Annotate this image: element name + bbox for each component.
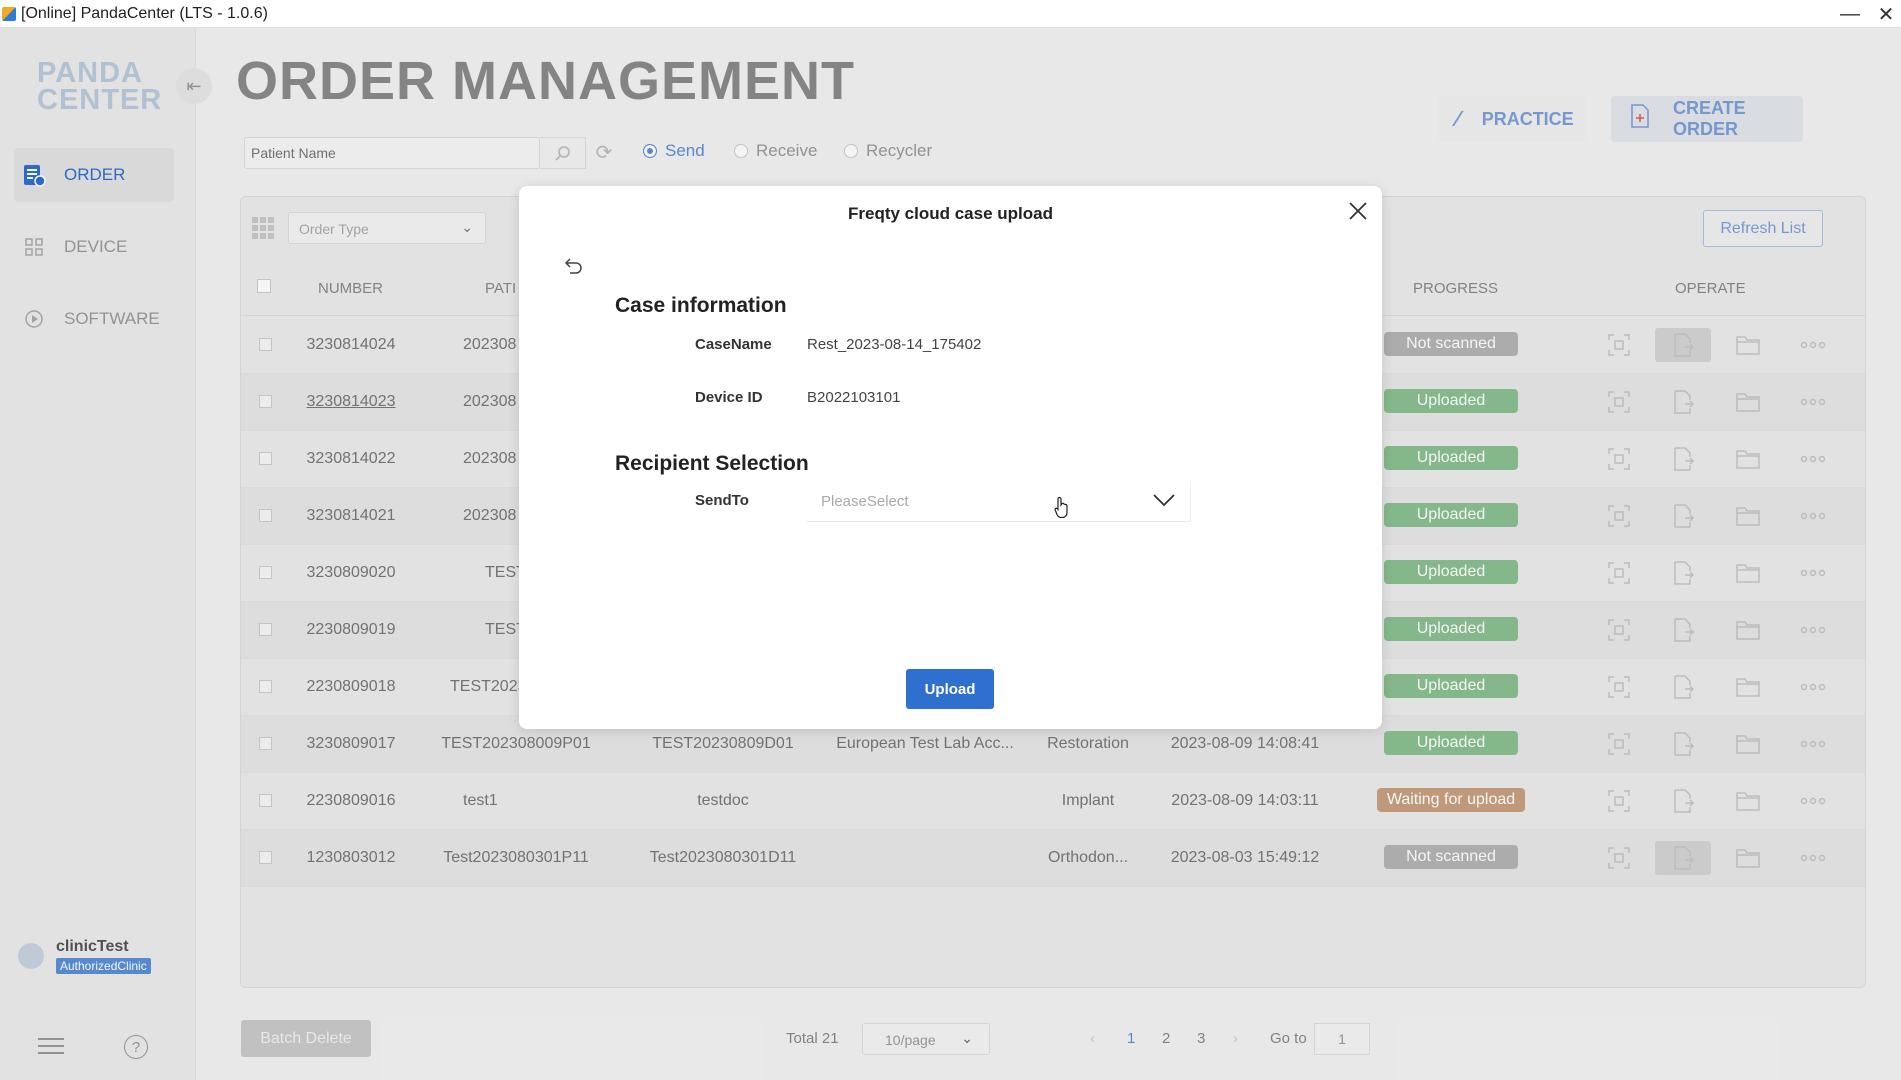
case-information-heading: Case information <box>615 294 787 317</box>
dialog-title: Freqty cloud case upload <box>848 204 1053 223</box>
send-to-placeholder: PleaseSelect <box>821 493 909 510</box>
chevron-down-icon <box>1152 490 1176 510</box>
back-icon[interactable] <box>562 254 586 278</box>
recipient-selection-heading: Recipient Selection <box>615 452 809 475</box>
case-name-value: Rest_2023-08-14_175402 <box>807 336 982 353</box>
case-name-label: CaseName <box>695 336 772 353</box>
hand-cursor-icon <box>1053 496 1071 519</box>
close-window-icon[interactable]: ✕ <box>1866 0 1901 28</box>
app-icon <box>2 6 16 21</box>
window-titlebar: [Online] PandaCenter (LTS - 1.0.6) — ✕ <box>0 0 1901 28</box>
device-id-value: B2022103101 <box>807 389 901 406</box>
minimize-icon[interactable]: — <box>1830 0 1870 28</box>
upload-button[interactable]: Upload <box>906 669 994 709</box>
close-icon[interactable] <box>1343 196 1373 226</box>
send-to-label: SendTo <box>695 492 749 509</box>
send-to-select[interactable]: PleaseSelect <box>807 482 1191 522</box>
device-id-label: Device ID <box>695 389 763 406</box>
window-title: [Online] PandaCenter (LTS - 1.0.6) <box>21 4 268 22</box>
upload-dialog: Freqty cloud case upload Case informatio… <box>519 186 1382 729</box>
